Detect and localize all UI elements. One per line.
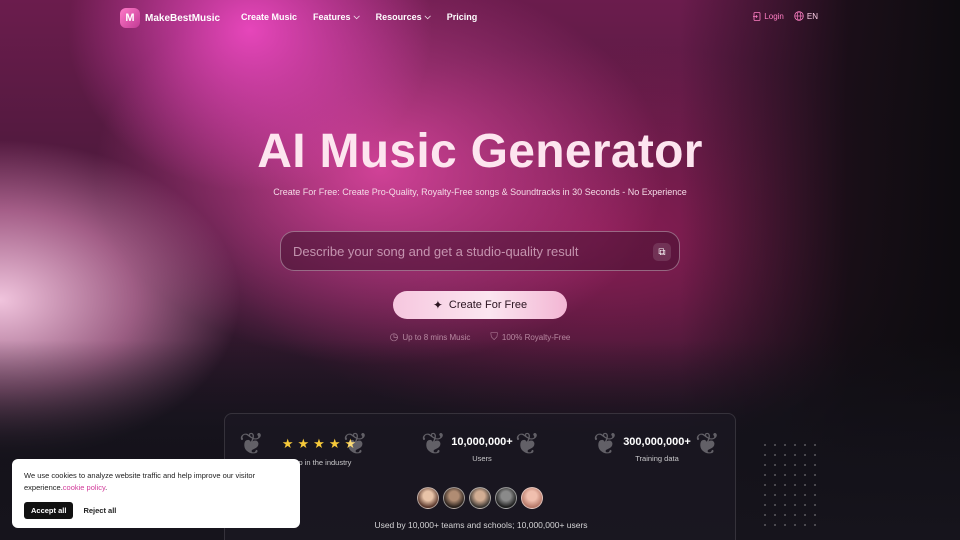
user-avatars xyxy=(417,487,543,509)
cookie-actions: Accept all Reject all xyxy=(24,502,116,519)
page-title: AI Music Generator xyxy=(257,125,703,178)
random-prompt-icon[interactable]: ⧉ xyxy=(653,243,671,261)
accept-all-button[interactable]: Accept all xyxy=(24,502,74,519)
chevron-down-icon: ⌵ xyxy=(353,12,360,21)
logo[interactable]: M MakeBestMusic xyxy=(120,8,220,28)
cookie-policy-link[interactable]: cookie policy xyxy=(63,483,105,492)
used-by-text: Used by 10,000+ teams and schools; 10,00… xyxy=(374,520,588,530)
laurel-right-icon: ❦ xyxy=(695,428,721,461)
nav-create-music[interactable]: Create Music xyxy=(241,12,297,22)
hero-subtitle: Create For Free: Create Pro-Quality, Roy… xyxy=(273,187,687,197)
nav-features[interactable]: Features ⌵ xyxy=(313,12,360,22)
nav-links: Create Music Features ⌵ Resources ⌵ Pricin… xyxy=(241,12,477,22)
five-star-rating: ★★★★★ xyxy=(281,436,361,451)
avatar xyxy=(521,487,543,509)
cookie-message: We use cookies to analyze website traffi… xyxy=(24,471,256,492)
shield-icon: ⛉ xyxy=(490,332,498,343)
reject-all-button[interactable]: Reject all xyxy=(83,506,116,515)
top-nav: M MakeBestMusic Create Music Features ⌵ R… xyxy=(0,0,960,34)
cookie-banner: We use cookies to analyze website traffi… xyxy=(12,459,300,528)
create-for-free-button[interactable]: ✦ Create For Free xyxy=(393,291,567,319)
dot-pattern xyxy=(760,440,820,530)
nav-pricing[interactable]: Pricing xyxy=(447,12,478,22)
chevron-down-icon: ⌵ xyxy=(424,12,431,21)
feature-list: ◷ Up to 8 mins Music ⛉ 100% Royalty-Free xyxy=(0,332,960,343)
login-icon xyxy=(753,11,761,21)
avatar xyxy=(443,487,465,509)
song-description-input[interactable] xyxy=(293,243,643,259)
stats-card: ❦ ★★★★★ Top in the industry ❦ ❦ 10,000,0… xyxy=(224,413,736,540)
language-selector[interactable]: EN xyxy=(794,11,818,21)
globe-icon xyxy=(794,11,804,21)
brand-name: MakeBestMusic xyxy=(145,12,221,24)
laurel-right-icon: ❦ xyxy=(343,428,369,461)
avatar xyxy=(417,487,439,509)
feature-royalty-free: ⛉ 100% Royalty-Free xyxy=(490,332,571,343)
avatar xyxy=(495,487,517,509)
laurel-right-icon: ❦ xyxy=(515,428,541,461)
nav-right: Login EN xyxy=(753,11,818,21)
nav-resources[interactable]: Resources ⌵ xyxy=(376,12,431,22)
song-prompt-box[interactable]: ⧉ xyxy=(280,231,680,271)
login-link[interactable]: Login xyxy=(753,12,784,21)
clock-icon: ◷ xyxy=(389,332,399,343)
sparkle-icon: ✦ xyxy=(432,298,443,312)
feature-duration: ◷ Up to 8 mins Music xyxy=(389,332,471,343)
avatar xyxy=(469,487,491,509)
logo-icon: M xyxy=(120,8,140,28)
